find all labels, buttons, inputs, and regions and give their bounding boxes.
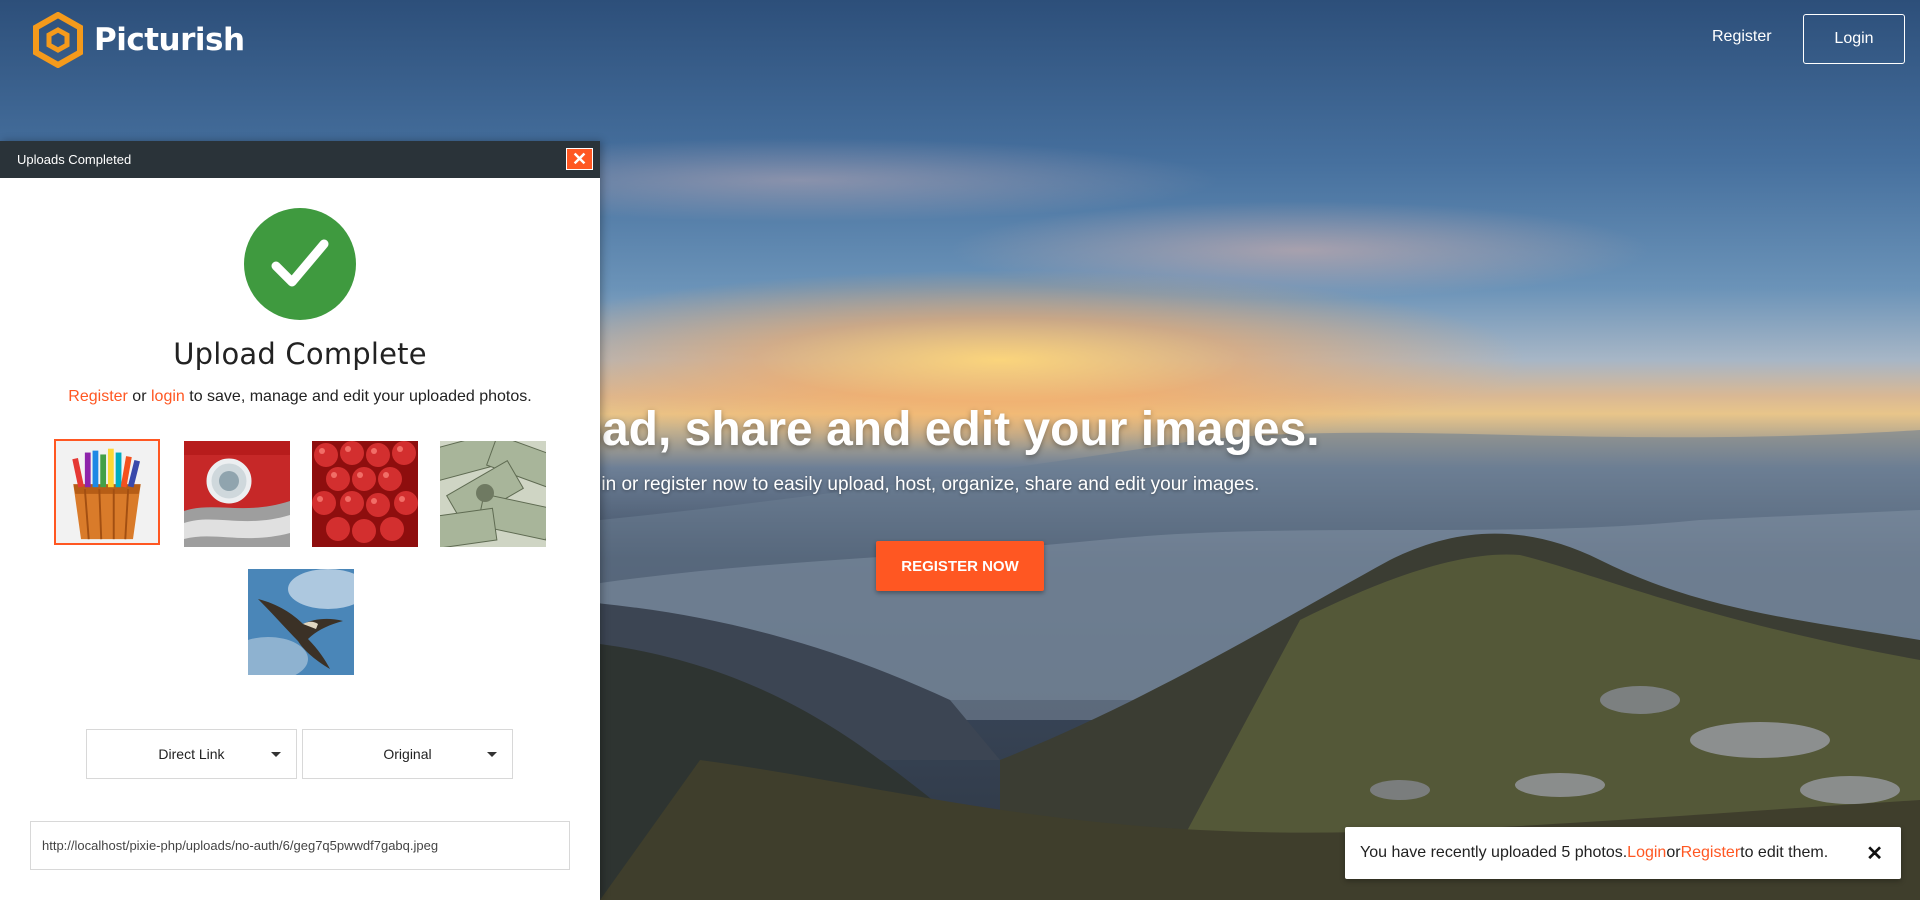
- toast-text-before: You have recently uploaded 5 photos.: [1360, 844, 1628, 861]
- upload-panel: Uploads Completed ✕ Upload Complete Regi…: [0, 141, 600, 900]
- image-url-field[interactable]: [30, 821, 570, 870]
- checkmark-icon: [244, 208, 356, 320]
- panel-title: Uploads Completed: [17, 152, 132, 167]
- link-type-value: Direct Link: [158, 746, 225, 762]
- upload-message: Register or login to save, manage and ed…: [0, 388, 600, 406]
- thumbnail-flying-bird[interactable]: [248, 569, 354, 675]
- brand-name: Picturish: [94, 22, 245, 58]
- header-register-link[interactable]: Register: [1712, 28, 1772, 46]
- thumbnail-cherries[interactable]: [312, 441, 418, 547]
- size-value: Original: [383, 746, 432, 762]
- link-type-select[interactable]: Direct Link: [86, 729, 297, 779]
- toast-or: or: [1666, 844, 1681, 861]
- toast-register-link[interactable]: Register: [1681, 844, 1741, 862]
- thumbnail-dollar-bills[interactable]: [440, 441, 546, 547]
- hexagon-logo-icon: [30, 11, 86, 69]
- panel-register-link[interactable]: Register: [68, 388, 128, 405]
- size-select[interactable]: Original: [302, 729, 513, 779]
- msg-or: or: [127, 388, 151, 405]
- hero-subtitle: og in or register now to easily upload, …: [575, 474, 1260, 495]
- logo[interactable]: Picturish: [30, 11, 245, 69]
- register-now-button[interactable]: REGISTER NOW: [876, 541, 1044, 591]
- close-icon[interactable]: ✕: [566, 148, 593, 170]
- msg-rest: to save, manage and edit your uploaded p…: [184, 388, 532, 405]
- chevron-down-icon: [487, 752, 497, 757]
- header-login-button[interactable]: Login: [1803, 14, 1905, 64]
- toast-login-link[interactable]: Login: [1627, 844, 1666, 862]
- hero-title: pload, share and edit your images.: [530, 403, 1320, 456]
- upload-complete-title: Upload Complete: [173, 337, 427, 371]
- top-header: Picturish Register Login: [0, 0, 1920, 80]
- recent-uploads-toast: You have recently uploaded 5 photos. Log…: [1345, 827, 1901, 879]
- thumbnail-classic-car[interactable]: [184, 441, 290, 547]
- panel-login-link[interactable]: login: [151, 388, 185, 405]
- close-icon[interactable]: ✕: [1866, 841, 1883, 866]
- thumbnail-colored-pencils[interactable]: [54, 439, 160, 545]
- panel-header: Uploads Completed ✕: [0, 141, 600, 178]
- chevron-down-icon: [271, 752, 281, 757]
- toast-text-after: to edit them.: [1740, 844, 1829, 861]
